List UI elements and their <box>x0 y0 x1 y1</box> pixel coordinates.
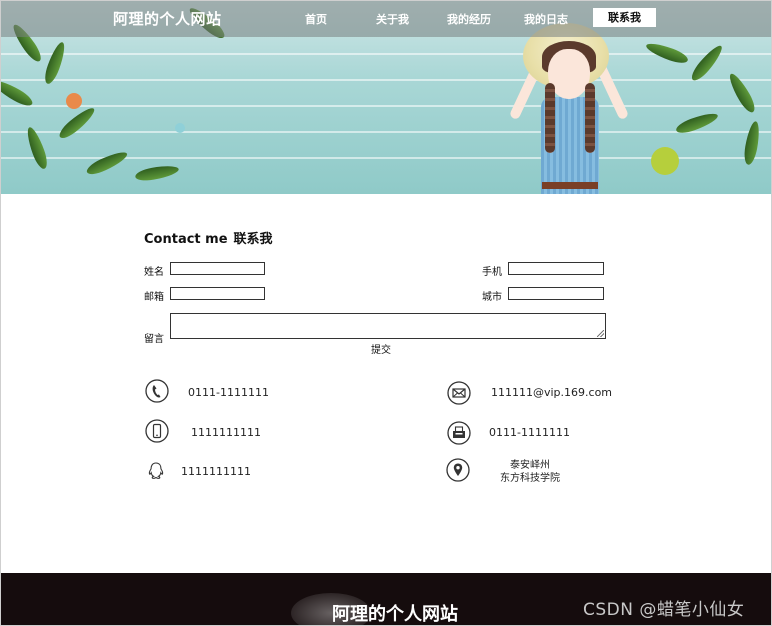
wood-plank-line <box>1 79 771 81</box>
location-pin-icon <box>446 458 470 482</box>
name-field[interactable] <box>170 262 265 275</box>
email-icon <box>447 381 471 405</box>
hero-banner: 阿理的个人网站 首页 关于我 我的经历 我的日志 联系我 <box>1 1 771 194</box>
email-label: 邮箱 <box>144 292 164 303</box>
name-label: 姓名 <box>144 267 164 278</box>
nav-item-home[interactable]: 首页 <box>305 11 327 27</box>
fax-text: 0111-1111111 <box>489 426 570 439</box>
phone-field[interactable] <box>508 262 604 275</box>
email-field[interactable] <box>170 287 265 300</box>
resize-handle-icon[interactable] <box>597 330 604 337</box>
site-brand[interactable]: 阿理的个人网站 <box>113 8 222 29</box>
email-text: 111111@vip.169.com <box>491 386 613 399</box>
leaf-decoration <box>134 163 180 183</box>
message-label: 留言 <box>144 334 164 345</box>
fax-icon <box>447 421 471 445</box>
clover-decoration <box>651 147 679 175</box>
mobile-phone-icon <box>145 419 169 443</box>
leaf-decoration <box>56 104 98 142</box>
title-en: Contact me <box>144 232 228 247</box>
girl-illustration-braid <box>545 83 555 153</box>
leaf-decoration <box>688 42 726 84</box>
page-frame: 阿理的个人网站 首页 关于我 我的经历 我的日志 联系我 Contact me 联… <box>0 0 772 626</box>
qq-icon <box>148 462 164 479</box>
flower-decoration <box>175 123 185 133</box>
page-title: Contact me 联系我 <box>144 228 279 247</box>
wood-plank-line <box>1 105 771 107</box>
leaf-decoration <box>725 70 759 116</box>
wood-plank-line <box>1 131 771 133</box>
footer-brand: 阿理的个人网站 <box>332 604 458 625</box>
nav-item-experience[interactable]: 我的经历 <box>447 11 491 27</box>
message-textarea[interactable] <box>170 313 606 339</box>
submit-button[interactable]: 提交 <box>371 341 391 356</box>
top-nav-bar: 阿理的个人网站 首页 关于我 我的经历 我的日志 联系我 <box>1 1 771 37</box>
nav-item-about[interactable]: 关于我 <box>376 11 409 27</box>
girl-illustration-belt <box>542 182 598 189</box>
mobile-text: 1111111111 <box>191 426 261 439</box>
girl-illustration-braid <box>585 83 595 153</box>
qq-text: 1111111111 <box>181 465 251 478</box>
city-field[interactable] <box>508 287 604 300</box>
telephone-text: 0111-1111111 <box>188 386 269 399</box>
phone-label: 手机 <box>482 267 502 278</box>
title-cn: 联系我 <box>233 232 273 247</box>
csdn-watermark: CSDN @蜡笔小仙女 <box>583 600 745 620</box>
address-line-2: 东方科技学院 <box>500 473 560 484</box>
city-label: 城市 <box>482 292 502 303</box>
leaf-decoration <box>84 148 130 178</box>
nav-item-diary[interactable]: 我的日志 <box>524 11 568 27</box>
telephone-icon <box>145 379 169 403</box>
nav-item-contact[interactable]: 联系我 <box>593 8 656 27</box>
flower-decoration <box>66 93 82 109</box>
